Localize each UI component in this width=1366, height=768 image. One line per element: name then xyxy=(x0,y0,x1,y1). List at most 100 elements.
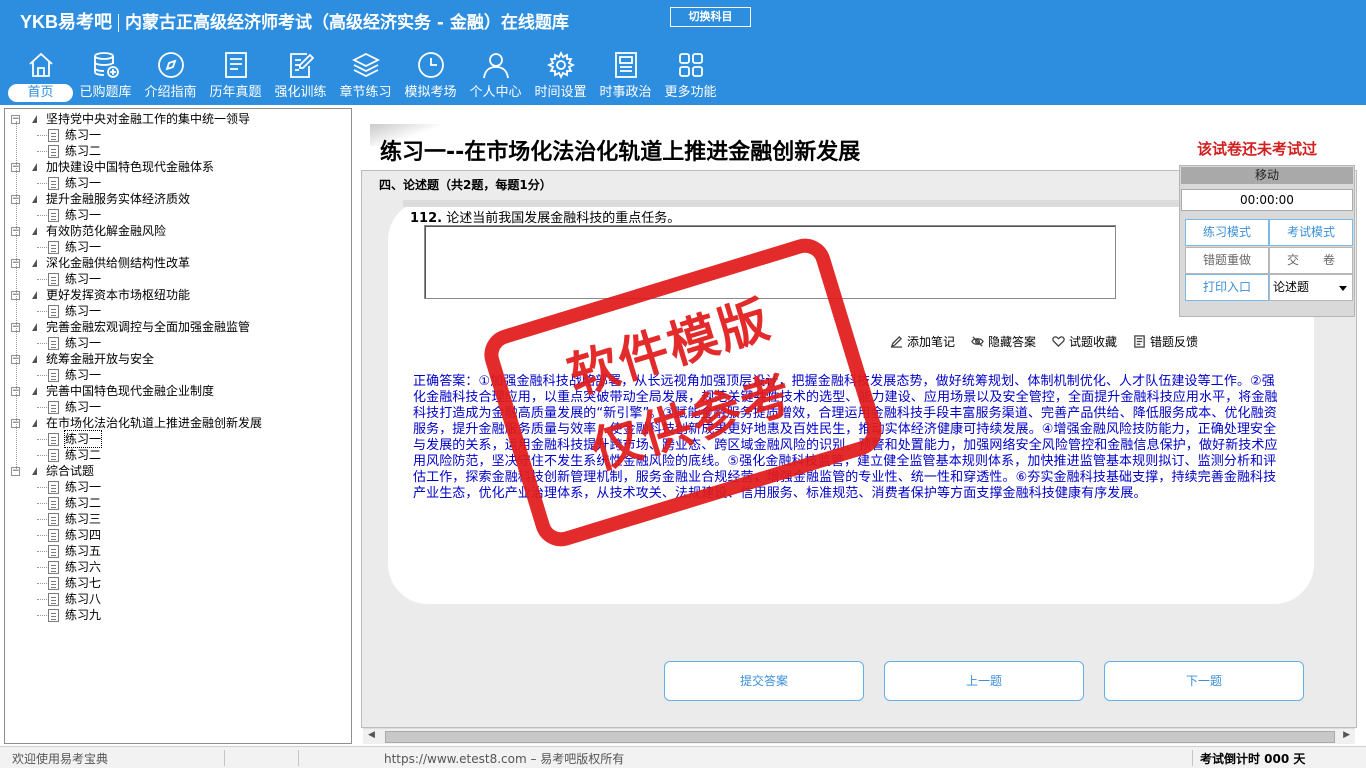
tree-exercise-label: 练习一 xyxy=(65,128,102,142)
tree-exercise[interactable]: 练习一 xyxy=(5,127,345,143)
tree-exercise-label: 练习九 xyxy=(65,608,102,622)
tree-chapter-label: 有效防范化解金融风险 xyxy=(46,224,167,238)
tree-exercise-label: 练习一 xyxy=(65,176,102,190)
tree-chapter[interactable]: − 加快建设中国特色现代金融体系 xyxy=(5,159,345,175)
tree-exercise[interactable]: 练习七 xyxy=(5,575,345,591)
tree-exercise[interactable]: 练习一 xyxy=(5,399,345,415)
document-icon xyxy=(48,609,59,622)
home-icon xyxy=(28,52,53,77)
tree-exercise[interactable]: 练习四 xyxy=(5,527,345,543)
tree-chapter[interactable]: − 统筹金融开放与安全 xyxy=(5,351,345,367)
nav-purchased[interactable]: 已购题库 xyxy=(73,48,138,104)
nav-past-papers[interactable]: 历年真题 xyxy=(203,48,268,104)
tree-exercise[interactable]: 练习一 xyxy=(5,303,345,319)
nav-more[interactable]: 更多功能 xyxy=(658,48,723,104)
tree-chapter[interactable]: − 完善中国特色现代金融企业制度 xyxy=(5,383,345,399)
chapter-tree[interactable]: − 坚持党中央对金融工作的集中统一领导 练习一 练习二 − 加快建设中国特色现代金融体系练… xyxy=(4,108,352,744)
folder-triangle-icon xyxy=(32,115,37,123)
tree-connector xyxy=(37,519,47,520)
nav-home[interactable]: 首页 xyxy=(8,48,73,104)
tree-chapter[interactable]: − 深化金融供给侧结构性改革 xyxy=(5,255,345,271)
tree-chapter[interactable]: − 完善金融宏观调控与全面加强金融监管 xyxy=(5,319,345,335)
user-icon xyxy=(482,53,509,79)
newspaper-icon xyxy=(614,52,637,78)
tree-exercise-label: 练习一 xyxy=(65,208,102,222)
tree-exercise-label: 练习八 xyxy=(65,592,102,606)
tree-chapter[interactable]: − 在市场化法治化轨道上推进金融创新发展 xyxy=(5,415,345,431)
move-handle[interactable]: 移动 xyxy=(1181,167,1353,184)
add-note-button[interactable]: 添加笔记 xyxy=(890,333,955,350)
question-toolbar: 添加笔记 隐藏答案 试题收藏 错题反馈 xyxy=(890,333,1214,350)
tree-exercise[interactable]: 练习一 xyxy=(5,239,345,255)
nav-profile[interactable]: 个人中心 xyxy=(463,48,528,104)
favorite-button[interactable]: 试题收藏 xyxy=(1052,333,1117,350)
hand-in-button[interactable]: 交 卷 xyxy=(1269,247,1353,274)
next-question-button[interactable]: 下一题 xyxy=(1104,661,1304,701)
tree-chapter[interactable]: − 有效防范化解金融风险 xyxy=(5,223,345,239)
nav-home-label: 首页 xyxy=(8,84,73,102)
tree-chapter[interactable]: − 综合试题 xyxy=(5,463,345,479)
submit-answer-button[interactable]: 提交答案 xyxy=(664,661,864,701)
folder-triangle-icon xyxy=(32,163,37,171)
prev-question-button[interactable]: 上一题 xyxy=(884,661,1084,701)
tree-connector xyxy=(37,183,47,184)
nav-time-settings[interactable]: 时间设置 xyxy=(528,48,593,104)
database-icon xyxy=(93,52,119,78)
tree-exercise[interactable]: 练习一 xyxy=(5,271,345,287)
tree-exercise[interactable]: 练习二 xyxy=(5,495,345,511)
tree-exercise-label: 练习一 xyxy=(65,240,102,254)
nav-mock-exam[interactable]: 模拟考场 xyxy=(398,48,463,104)
tree-exercise-label: 练习六 xyxy=(65,560,102,574)
question-type-select[interactable]: 论述题 xyxy=(1269,274,1353,301)
tree-exercise[interactable]: 练习二 xyxy=(5,143,345,159)
document-icon xyxy=(48,305,59,318)
nav-chapter[interactable]: 章节练习 xyxy=(333,48,398,104)
tree-chapter-label: 完善中国特色现代金融企业制度 xyxy=(46,384,215,398)
hide-answer-button[interactable]: 隐藏答案 xyxy=(971,333,1036,350)
scroll-right-icon[interactable]: ▶ xyxy=(1343,730,1350,740)
question-number: 112. xyxy=(410,211,443,226)
practice-mode-button[interactable]: 练习模式 xyxy=(1185,219,1269,246)
feedback-button[interactable]: 错题反馈 xyxy=(1133,333,1198,350)
exam-mode-button[interactable]: 考试模式 xyxy=(1269,219,1353,246)
tree-chapter[interactable]: − 提升金融服务实体经济质效 xyxy=(5,191,345,207)
tree-chapter[interactable]: − 坚持党中央对金融工作的集中统一领导 xyxy=(5,111,345,127)
tree-connector xyxy=(37,551,47,552)
tree-connector xyxy=(37,407,47,408)
print-button[interactable]: 打印入口 xyxy=(1185,274,1269,301)
tree-exercise[interactable]: 练习二 xyxy=(5,447,345,463)
tree-exercise[interactable]: 练习一 xyxy=(5,367,345,383)
tree-exercise[interactable]: 练习一 xyxy=(5,479,345,495)
tree-exercise[interactable]: 练习一 xyxy=(5,207,345,223)
nav-guide[interactable]: 介绍指南 xyxy=(138,48,203,104)
tree-connector xyxy=(37,583,47,584)
add-note-label: 添加笔记 xyxy=(907,335,956,349)
document-icon xyxy=(48,593,59,606)
tree-connector xyxy=(37,487,47,488)
scroll-left-icon[interactable]: ◀ xyxy=(368,730,375,740)
tree-exercise[interactable]: 练习一 xyxy=(5,335,345,351)
tree-exercise[interactable]: 练习一 xyxy=(5,175,345,191)
tree-chapter-label: 坚持党中央对金融工作的集中统一领导 xyxy=(46,112,251,126)
nav-current-affairs[interactable]: 时事政治 xyxy=(593,48,658,104)
switch-subject-button[interactable]: 切换科目 xyxy=(670,7,751,27)
tree-connector xyxy=(37,151,47,152)
horizontal-scrollbar[interactable]: ◀ ▶ xyxy=(363,728,1355,744)
tree-chapter[interactable]: − 更好发挥资本市场枢纽功能 xyxy=(5,287,345,303)
nav-guide-label: 介绍指南 xyxy=(144,85,197,100)
tree-exercise-label: 练习二 xyxy=(65,144,102,158)
status-divider xyxy=(298,750,299,766)
scrollbar-thumb[interactable] xyxy=(385,731,1335,743)
tree-exercise[interactable]: 练习八 xyxy=(5,591,345,607)
folder-triangle-icon xyxy=(32,355,37,363)
document-icon xyxy=(48,209,59,222)
tree-exercise[interactable]: 练习五 xyxy=(5,543,345,559)
tree-exercise[interactable]: 练习六 xyxy=(5,559,345,575)
grid-icon xyxy=(678,53,703,77)
tree-exercise[interactable]: 练习一 xyxy=(5,430,345,448)
nav-training[interactable]: 强化训练 xyxy=(268,48,333,104)
redo-wrong-button[interactable]: 错题重做 xyxy=(1185,247,1269,274)
tree-exercise[interactable]: 练习三 xyxy=(5,511,345,527)
tree-exercise[interactable]: 练习九 xyxy=(5,607,345,623)
folder-triangle-icon xyxy=(32,195,37,203)
